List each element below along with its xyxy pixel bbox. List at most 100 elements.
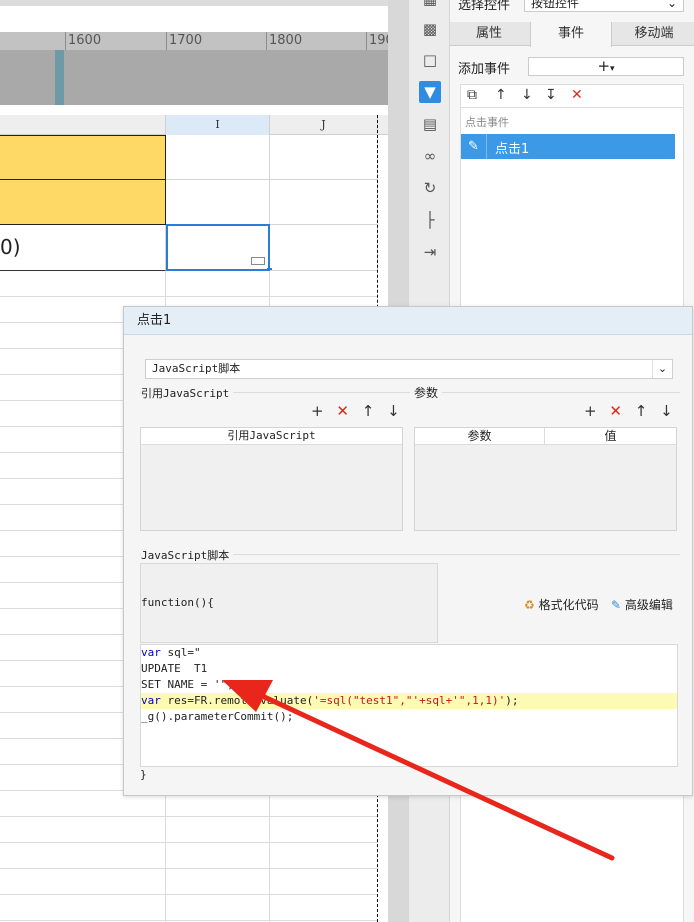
move-down-icon[interactable]: ↓: [387, 402, 400, 420]
add-event-button[interactable]: +▾: [528, 57, 684, 76]
move-down-icon[interactable]: ↓: [521, 87, 533, 103]
grid-icon[interactable]: ▦: [419, 0, 441, 10]
param-section-label: 参数: [414, 384, 443, 401]
ref-js-column-header: 引用JavaScript: [141, 428, 402, 445]
top-strip: [0, 0, 408, 6]
frame-icon[interactable]: □: [419, 49, 441, 71]
param-toolbar: + ✕ ↑ ↓: [584, 402, 673, 420]
section-divider: [414, 392, 680, 393]
ruler-marker[interactable]: [55, 50, 64, 105]
tab-mobile[interactable]: 移动端: [614, 22, 694, 46]
event-type-select[interactable]: JavaScript脚本 ⌄: [145, 359, 673, 379]
event-toolbar: ⧉ ↑ ↓ ↧ ✕: [460, 84, 684, 108]
code-line: SET NAME = '";: [141, 678, 234, 691]
ref-js-table[interactable]: 引用JavaScript: [140, 427, 403, 531]
cell-header-yellow[interactable]: [0, 135, 166, 180]
event-list-header: 点击事件: [465, 116, 509, 129]
column-header-j[interactable]: J: [270, 115, 378, 135]
code-editor[interactable]: var sql=" UPDATE T1 SET NAME = '"; var r…: [140, 644, 678, 767]
code-line: UPDATE T1: [141, 662, 208, 675]
advanced-edit-label: 高级编辑: [624, 598, 673, 612]
value-column-header: 值: [545, 428, 676, 445]
param-table[interactable]: 参数 值: [414, 427, 677, 531]
ruler-label: 1700: [169, 33, 203, 48]
widget-selector-label: 选择控件: [458, 0, 511, 13]
code-text: res=FR.remoteEvaluate(: [160, 694, 314, 707]
widget-selector-row: 选择控件 按钮控件 ⌄: [450, 0, 694, 22]
move-bottom-icon[interactable]: ↧: [545, 87, 557, 103]
broom-icon: ♻: [524, 598, 535, 612]
layer-icon[interactable]: ▤: [419, 113, 441, 135]
edit-icon: ✎: [611, 598, 622, 612]
ruler-label: 1600: [68, 33, 102, 48]
format-code-label: 格式化代码: [538, 598, 599, 612]
panel-tabs: 属性 事件 移动端: [450, 22, 694, 47]
format-code-button[interactable]: ♻ 格式化代码: [524, 596, 599, 613]
move-up-icon[interactable]: ↑: [495, 87, 507, 103]
chevron-down-icon: ⌄: [652, 360, 672, 378]
code-line: var sql=": [141, 645, 677, 661]
chevron-down-icon: ⌄: [666, 0, 677, 10]
widget-icon[interactable]: ▼: [419, 81, 441, 103]
event-type-value: JavaScript脚本: [152, 362, 241, 375]
advanced-edit-button[interactable]: ✎ 高级编辑: [611, 596, 673, 613]
code-header-area: function(){: [140, 563, 438, 643]
column-header-i[interactable]: I: [166, 115, 270, 135]
delete-icon[interactable]: ✕: [336, 402, 349, 420]
code-keyword: var: [141, 646, 161, 659]
code-keyword: var: [141, 694, 161, 707]
param-column-header: 参数: [415, 428, 545, 445]
widget-selector-value: 按钮控件: [531, 0, 580, 10]
move-down-icon[interactable]: ↓: [660, 402, 673, 420]
cell[interactable]: [166, 180, 270, 225]
function-header: function(){: [141, 596, 214, 609]
add-event-label: 添加事件: [458, 62, 511, 77]
cell[interactable]: [270, 225, 378, 271]
code-text: sql=": [160, 646, 201, 659]
code-line: _g().parameterCommit();: [141, 710, 294, 723]
selected-cell[interactable]: [166, 224, 270, 271]
ruler-label: 1800: [269, 33, 303, 48]
ruler-tick: [366, 32, 367, 50]
script-section-label: JavaScript脚本: [141, 547, 234, 563]
code-text: );: [505, 694, 519, 707]
widget-selector[interactable]: 按钮控件 ⌄: [524, 0, 684, 12]
plus-icon: +: [597, 57, 611, 75]
cell-widget-icon: [251, 257, 265, 265]
code-line-highlighted: var res=FR.remoteEvaluate('=sql("test1",…: [141, 693, 677, 709]
event-dialog: 点击1 JavaScript脚本 ⌄ 引用JavaScript + ✕ ↑ ↓ …: [123, 306, 693, 796]
form-settings-icon[interactable]: ▩: [419, 18, 441, 40]
tree-icon[interactable]: ├: [419, 209, 441, 231]
cell-partial-text[interactable]: 0): [0, 225, 166, 271]
event-item[interactable]: ✎ 点击1: [461, 134, 675, 159]
cell-header-yellow[interactable]: [0, 179, 166, 225]
ref-toolbar: + ✕ ↑ ↓: [311, 402, 400, 420]
cell[interactable]: [270, 180, 378, 225]
refresh-doc-icon[interactable]: ↻: [419, 177, 441, 199]
tab-properties[interactable]: 属性: [450, 22, 528, 46]
add-icon[interactable]: +: [584, 402, 597, 420]
ruler-tick: [65, 32, 66, 50]
edit-icon[interactable]: ✎: [461, 134, 487, 159]
move-up-icon[interactable]: ↑: [362, 402, 375, 420]
import-icon[interactable]: ⇥: [419, 241, 441, 263]
code-string: '=sql("test1","'+sql+'",1,1)': [313, 694, 506, 707]
delete-icon[interactable]: ✕: [609, 402, 622, 420]
ruler-tick: [166, 32, 167, 50]
event-item-label: 点击1: [495, 142, 530, 157]
function-closing: }: [140, 768, 147, 781]
ruler-tick: [266, 32, 267, 50]
move-up-icon[interactable]: ↑: [635, 402, 648, 420]
copy-icon[interactable]: ⧉: [467, 87, 477, 103]
delete-icon[interactable]: ✕: [571, 87, 583, 103]
tab-events[interactable]: 事件: [530, 22, 612, 47]
cell[interactable]: [270, 135, 378, 180]
horizontal-ruler: 1600 1700 1800 1900: [0, 32, 408, 50]
cell[interactable]: [166, 135, 270, 180]
ref-section-label: 引用JavaScript: [141, 385, 234, 401]
column-header-h[interactable]: [0, 115, 166, 135]
link-icon[interactable]: ∞: [419, 145, 441, 167]
column-headers: I J ▲: [0, 115, 408, 135]
add-icon[interactable]: +: [311, 402, 324, 420]
dialog-title: 点击1: [124, 307, 692, 335]
